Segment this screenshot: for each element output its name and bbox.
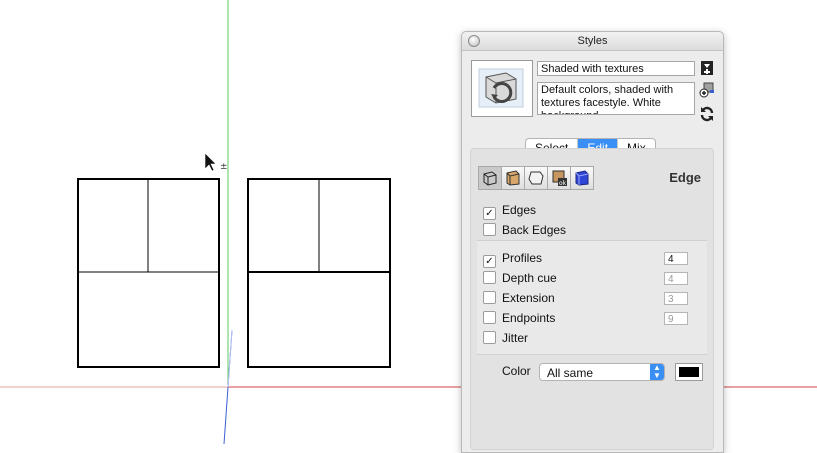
extension-label: Extension (502, 291, 555, 305)
back-edges-label: Back Edges (502, 223, 567, 237)
style-name-field[interactable]: Shaded with textures (537, 61, 695, 76)
svg-text:ok: ok (559, 180, 567, 187)
color-select-value: All same (547, 366, 594, 380)
jitter-checkbox[interactable] (483, 331, 496, 344)
extension-checkbox[interactable] (483, 291, 496, 304)
back-edges-checkbox[interactable] (483, 223, 496, 236)
back-edges-option[interactable]: Back Edges (483, 222, 566, 238)
color-swatch[interactable] (675, 363, 703, 381)
panel-title: Styles (577, 35, 608, 47)
depth-cue-label: Depth cue (502, 271, 557, 285)
edge-settings-icon[interactable] (478, 166, 502, 190)
jitter-label: Jitter (502, 331, 529, 345)
style-thumbnail-icon (478, 68, 524, 108)
endpoints-checkbox[interactable] (483, 311, 496, 324)
panel-titlebar[interactable]: Styles (462, 32, 723, 51)
endpoints-value-input[interactable]: 9 (664, 312, 688, 325)
blue-axis-up (227, 329, 233, 388)
profiles-label: Profiles (502, 251, 543, 265)
settings-tabs: ok (478, 166, 594, 190)
depth-cue-checkbox[interactable] (483, 271, 496, 284)
endpoints-label: Endpoints (502, 311, 556, 325)
update-style-icon[interactable] (699, 82, 715, 98)
edges-checkbox[interactable]: ✓ (483, 207, 496, 220)
endpoints-option[interactable]: Endpoints (483, 310, 555, 326)
depth-cue-option[interactable]: Depth cue (483, 270, 557, 286)
styles-panel: Styles Shaded with textures Default colo… (461, 31, 724, 453)
profiles-option[interactable]: ✓ Profiles (483, 250, 543, 268)
create-style-icon[interactable] (699, 60, 715, 76)
right-rectangle (247, 178, 391, 368)
modeling-settings-icon[interactable] (570, 166, 594, 190)
edges-label: Edges (502, 203, 537, 217)
profiles-value-input[interactable]: 4 (664, 252, 688, 265)
refresh-icon[interactable] (699, 106, 715, 122)
left-rectangle (77, 178, 220, 368)
jitter-option[interactable]: Jitter (483, 330, 528, 346)
watermark-settings-icon[interactable]: ok (547, 166, 571, 190)
edit-settings-area: ok Edge ✓ Edges Back Edges ✓ Profiles 4 De… (470, 148, 714, 450)
color-label: Color (502, 364, 531, 378)
profiles-checkbox[interactable]: ✓ (483, 255, 496, 268)
svg-text:±: ± (220, 162, 228, 172)
section-label: Edge (669, 170, 701, 185)
color-select[interactable]: All same ▲ ▼ (539, 363, 665, 381)
face-settings-icon[interactable] (501, 166, 525, 190)
extension-value-input[interactable]: 3 (664, 292, 688, 305)
cursor-icon: ± (204, 152, 228, 172)
style-description-field[interactable]: Default colors, shaded with textures fac… (537, 82, 695, 115)
background-settings-icon[interactable] (524, 166, 548, 190)
depth-cue-value-input[interactable]: 4 (664, 272, 688, 285)
close-icon[interactable] (468, 35, 480, 47)
edges-option[interactable]: ✓ Edges (483, 202, 537, 220)
extension-option[interactable]: Extension (483, 290, 555, 306)
style-thumbnail[interactable] (471, 60, 533, 117)
chevron-updown-icon: ▲ ▼ (650, 364, 664, 380)
